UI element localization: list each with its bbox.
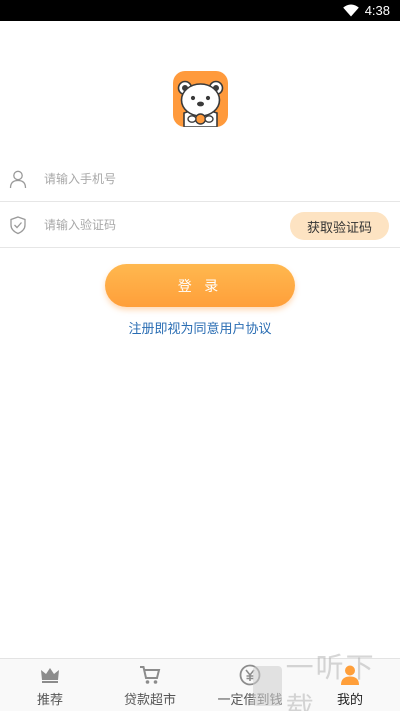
tab-label: 贷款超市 xyxy=(123,693,176,708)
code-input[interactable] xyxy=(44,215,264,235)
tab-label: 推荐 xyxy=(36,693,63,708)
tab-sure-loan[interactable]: 一定借到钱 xyxy=(200,659,300,711)
get-code-button[interactable]: 获取验证码 xyxy=(290,212,389,240)
code-row: 获取验证码 xyxy=(0,202,400,248)
login-button[interactable]: 登 录 xyxy=(105,264,295,307)
status-bar: 4:38 xyxy=(0,0,400,21)
tab-mine[interactable]: 我的 xyxy=(300,659,400,711)
user-agreement-link[interactable]: 注册即视为同意用户协议 xyxy=(0,318,400,337)
tab-label: 一定借到钱 xyxy=(217,693,283,708)
profile-icon xyxy=(341,665,359,685)
status-time: 4:38 xyxy=(364,3,390,18)
tab-label: 我的 xyxy=(336,693,363,708)
shield-icon xyxy=(10,216,26,235)
tab-loan-market[interactable]: 贷款超市 xyxy=(100,659,200,711)
phone-row xyxy=(0,156,400,202)
tab-recommend[interactable]: 推荐 xyxy=(0,659,100,711)
bottom-tab-bar: 推荐 贷款超市 一定借到钱 我的 xyxy=(0,658,400,711)
bear-icon xyxy=(177,80,224,127)
login-screen: 4:38 请输入手机号 请输入验证码 获取验证码 登 录 注册即视为同意用户协议… xyxy=(0,0,400,711)
app-logo xyxy=(173,71,228,127)
crown-icon xyxy=(41,668,59,683)
wifi-icon xyxy=(342,4,359,17)
yen-coin-icon xyxy=(239,664,261,686)
cart-icon xyxy=(140,666,161,684)
user-icon xyxy=(9,170,27,189)
phone-input[interactable] xyxy=(44,169,264,189)
